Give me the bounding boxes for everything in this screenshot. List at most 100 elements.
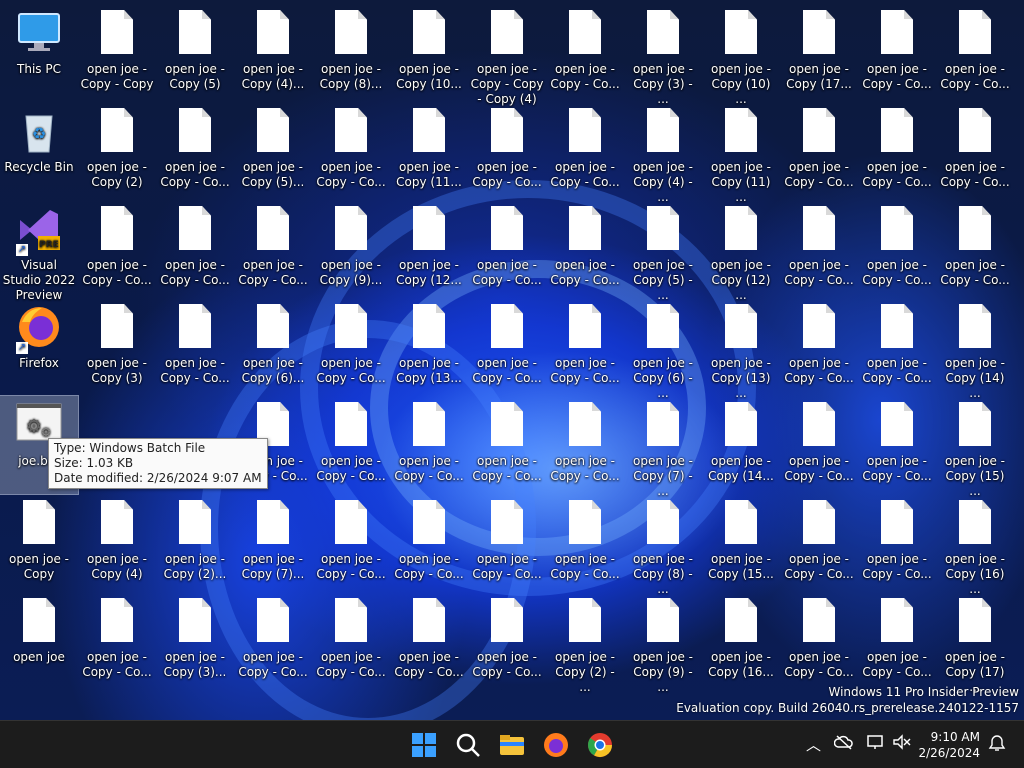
desktop-file-icon[interactable]: open joe - Copy - Co... (390, 494, 468, 592)
chrome-icon[interactable] (584, 729, 616, 761)
search-icon[interactable] (452, 729, 484, 761)
desktop[interactable]: This PC ♻ Recycle Bin PRE ↗ Visual Studio 202… (0, 0, 1024, 720)
desktop-file-icon[interactable]: open joe - Copy (4) (78, 494, 156, 592)
desktop-file-icon[interactable]: open joe - Copy (3)... (156, 592, 234, 690)
desktop-file-icon[interactable]: open joe - Copy (5)... (234, 102, 312, 200)
desktop-file-icon[interactable]: open joe - Copy - Co... (936, 200, 1014, 298)
desktop-file-icon[interactable]: open joe - Copy (13) ... (702, 298, 780, 400)
desktop-file-icon[interactable]: open joe - Copy - Co... (546, 4, 624, 102)
desktop-file-icon[interactable]: open joe - Copy (9) - ... (624, 592, 702, 694)
desktop-file-icon[interactable]: open joe - Copy - Co... (468, 396, 546, 494)
desktop-file-icon[interactable]: open joe - Copy (10... (390, 4, 468, 102)
desktop-file-icon[interactable]: open joe - Copy - Co... (78, 200, 156, 298)
desktop-file-icon[interactable]: open joe - Copy (4) - ... (624, 102, 702, 204)
desktop-file-icon[interactable]: open joe - Copy - Co... (234, 592, 312, 690)
desktop-file-icon[interactable]: open joe - Copy - Co... (468, 298, 546, 396)
desktop-file-icon[interactable]: open joe - Copy - Co... (858, 592, 936, 690)
desktop-file-icon[interactable]: open joe - Copy - Copy - Copy (4) (468, 4, 546, 106)
desktop-file-icon[interactable]: open joe - Copy (2) - ... (546, 592, 624, 694)
desktop-shortcut-bin[interactable]: ♻ Recycle Bin (0, 102, 78, 200)
desktop-icon-label: open joe - Copy (6) - ... (633, 356, 693, 400)
desktop-file-icon[interactable]: open joe - Copy (15... (702, 494, 780, 592)
desktop-shortcut-vs[interactable]: PRE ↗ Visual Studio 2022 Preview (0, 200, 78, 302)
desktop-file-icon[interactable]: open joe - Copy - Co... (468, 592, 546, 690)
desktop-file-icon[interactable]: open joe - Copy - Co... (312, 592, 390, 690)
desktop-file-icon[interactable]: open joe - Copy - Co... (156, 200, 234, 298)
desktop-file-icon[interactable]: open joe - Copy - Co... (312, 102, 390, 200)
desktop-file-icon[interactable]: open joe - Copy - Co... (780, 298, 858, 396)
desktop-file-icon[interactable]: open joe - Copy (5) (156, 4, 234, 102)
desktop-file-icon[interactable]: open joe - Copy - Co... (780, 102, 858, 200)
desktop-file-icon[interactable]: open joe - Copy (16... (702, 592, 780, 690)
desktop-file-icon[interactable]: open joe - Copy - Co... (78, 592, 156, 690)
file-explorer-icon[interactable] (496, 729, 528, 761)
desktop-shortcut-pc[interactable]: This PC (0, 4, 78, 102)
desktop-file-icon[interactable]: open joe - Copy - Co... (858, 200, 936, 298)
desktop-file-icon[interactable]: open joe - Copy (13... (390, 298, 468, 396)
desktop-file-icon[interactable]: open joe - Copy (16) ... (936, 494, 1014, 596)
desktop-file-icon[interactable]: open joe - Copy - Co... (858, 102, 936, 200)
desktop-file-icon[interactable]: open joe - Copy - Co... (546, 494, 624, 592)
desktop-file-icon[interactable]: open joe - Copy (5) - ... (624, 200, 702, 302)
system-clock[interactable]: 9:10 AM 2/26/2024 (918, 729, 980, 761)
desktop-file-icon[interactable]: open joe - Copy (11) ... (702, 102, 780, 204)
desktop-file-icon[interactable]: open joe - Copy (7)... (234, 494, 312, 592)
desktop-file-icon[interactable]: open joe - Copy - Copy (78, 4, 156, 102)
desktop-file-icon[interactable]: open joe - Copy - Co... (156, 102, 234, 200)
desktop-file-icon[interactable]: open joe - Copy (10) ... (702, 4, 780, 106)
desktop-file-icon[interactable]: open joe - Copy - Co... (780, 494, 858, 592)
desktop-file-icon[interactable]: open joe - Copy - Co... (312, 396, 390, 494)
desktop-file-icon[interactable]: open joe - Copy - Co... (780, 396, 858, 494)
desktop-file-icon[interactable]: open joe - Copy - Co... (546, 102, 624, 200)
desktop-file-icon[interactable]: open joe - Copy (0, 494, 78, 592)
desktop-file-icon[interactable]: open joe - Copy - Co... (858, 4, 936, 102)
desktop-file-icon[interactable]: open joe - Copy - Co... (468, 200, 546, 298)
desktop-file-icon[interactable]: open joe - Copy - Co... (546, 200, 624, 298)
desktop-file-icon[interactable]: open joe - Copy - Co... (390, 396, 468, 494)
desktop-file-icon[interactable]: open joe - Copy (12) ... (702, 200, 780, 302)
desktop-file-icon[interactable]: open joe - Copy (6) - ... (624, 298, 702, 400)
network-icon[interactable] (866, 734, 886, 754)
desktop-shortcut-firefox[interactable]: ↗ Firefox (0, 298, 78, 396)
desktop-file-icon[interactable]: open joe - Copy - Co... (468, 494, 546, 592)
desktop-file-icon[interactable]: open joe - Copy (7) - ... (624, 396, 702, 498)
desktop-file-icon[interactable]: open joe - Copy - Co... (936, 4, 1014, 102)
desktop-file-icon[interactable]: open joe - Copy (9)... (312, 200, 390, 298)
volume-muted-icon[interactable] (892, 734, 912, 754)
notification-bell-icon[interactable] (988, 734, 1006, 756)
desktop-file-icon[interactable]: open joe - Copy (3) - ... (624, 4, 702, 106)
desktop-file-icon[interactable]: open joe - Copy (8) - ... (624, 494, 702, 596)
desktop-file-icon[interactable]: open joe - Copy (15) ... (936, 396, 1014, 498)
desktop-file-icon[interactable]: open joe - Copy - Co... (312, 494, 390, 592)
desktop-file-icon[interactable]: open joe - Copy (17) ... (936, 592, 1014, 694)
desktop-file-icon[interactable]: open joe - Copy - Co... (312, 298, 390, 396)
desktop-file-icon[interactable]: open joe - Copy (8)... (312, 4, 390, 102)
desktop-file-icon[interactable]: open joe - Copy (12... (390, 200, 468, 298)
desktop-file-icon[interactable]: open joe - Copy - Co... (546, 298, 624, 396)
desktop-file-icon[interactable]: open joe - Copy (2) (78, 102, 156, 200)
desktop-file-icon[interactable]: open joe (0, 592, 78, 690)
desktop-file-icon[interactable]: open joe - Copy - Co... (858, 298, 936, 396)
firefox-icon[interactable] (540, 729, 572, 761)
desktop-file-icon[interactable]: open joe - Copy - Co... (234, 200, 312, 298)
desktop-file-icon[interactable]: open joe - Copy (3) (78, 298, 156, 396)
desktop-file-icon[interactable]: open joe - Copy - Co... (156, 298, 234, 396)
desktop-file-icon[interactable]: open joe - Copy (4)... (234, 4, 312, 102)
desktop-file-icon[interactable]: open joe - Copy - Co... (858, 396, 936, 494)
desktop-file-icon[interactable]: open joe - Copy - Co... (468, 102, 546, 200)
desktop-file-icon[interactable]: open joe - Copy (14... (702, 396, 780, 494)
desktop-file-icon[interactable]: open joe - Copy - Co... (858, 494, 936, 592)
desktop-file-icon[interactable]: open joe - Copy - Co... (780, 592, 858, 690)
desktop-file-icon[interactable]: open joe - Copy (6)... (234, 298, 312, 396)
chevron-up-icon[interactable]: ︿ (806, 734, 821, 755)
onedrive-icon[interactable] (833, 734, 854, 754)
desktop-file-icon[interactable]: open joe - Copy - Co... (546, 396, 624, 494)
desktop-file-icon[interactable]: open joe - Copy - Co... (390, 592, 468, 690)
desktop-file-icon[interactable]: open joe - Copy (2)... (156, 494, 234, 592)
desktop-file-icon[interactable]: open joe - Copy - Co... (936, 102, 1014, 200)
start-icon[interactable] (408, 729, 440, 761)
desktop-file-icon[interactable]: open joe - Copy (14) ... (936, 298, 1014, 400)
desktop-file-icon[interactable]: open joe - Copy (11... (390, 102, 468, 200)
desktop-file-icon[interactable]: open joe - Copy (17... (780, 4, 858, 102)
desktop-file-icon[interactable]: open joe - Copy - Co... (780, 200, 858, 298)
